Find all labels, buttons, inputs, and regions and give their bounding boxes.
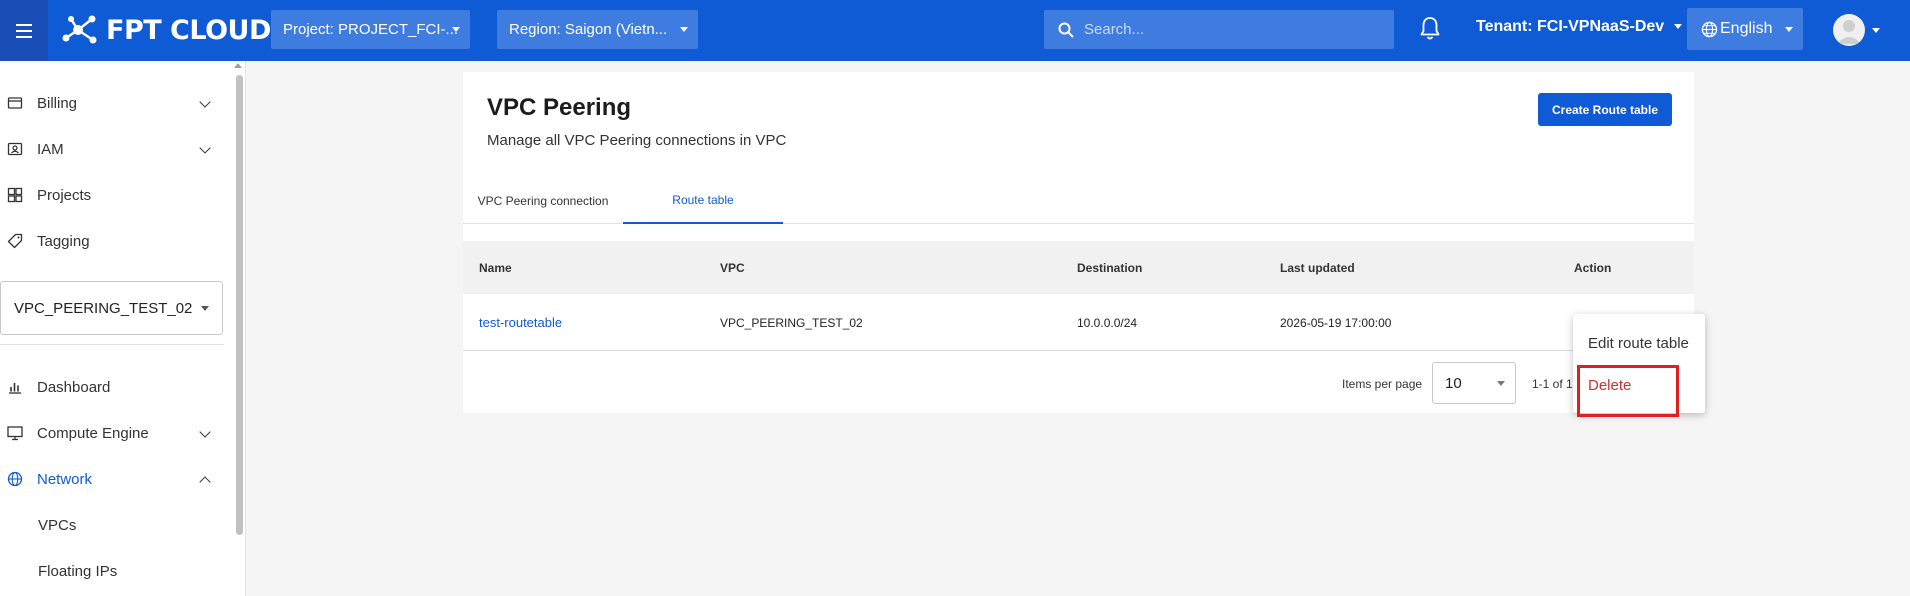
pagination-range: 1-1 of 1 bbox=[1532, 377, 1573, 391]
caret-down-icon bbox=[1497, 381, 1505, 386]
logo-network-icon bbox=[62, 15, 97, 44]
cell-vpc: VPC_PEERING_TEST_02 bbox=[720, 315, 863, 330]
sidebar-item-label: Dashboard bbox=[37, 378, 111, 396]
edit-route-table-menu-item[interactable]: Edit route table bbox=[1573, 324, 1705, 362]
caret-down-icon bbox=[1785, 27, 1793, 32]
table-header: Name VPC Destination Last updated Action bbox=[463, 241, 1694, 294]
fpt-cloud-logo[interactable]: FPT CLOUD bbox=[62, 13, 271, 47]
sidebar-item-tagging[interactable]: Tagging bbox=[0, 221, 224, 261]
sidebar-item-dashboard[interactable]: Dashboard bbox=[0, 367, 224, 407]
sidebar-subitem-label: Floating IPs bbox=[38, 562, 118, 580]
language-label: English bbox=[1720, 20, 1773, 37]
monitor-icon bbox=[7, 426, 23, 441]
caret-down-icon[interactable] bbox=[1872, 28, 1880, 33]
sidebar-subitem-floating-ips[interactable]: Floating IPs bbox=[0, 551, 224, 591]
search-bar[interactable] bbox=[1044, 10, 1394, 49]
caret-down-icon bbox=[201, 306, 209, 311]
sidebar-project-select-value: VPC_PEERING_TEST_02 bbox=[14, 299, 193, 317]
column-header-vpc[interactable]: VPC bbox=[720, 241, 745, 294]
scroll-up-arrow-icon[interactable] bbox=[234, 63, 242, 68]
sidebar-divider bbox=[0, 344, 224, 345]
region-selector[interactable]: Region: Saigon (Vietn... bbox=[497, 10, 698, 49]
sidebar-project-select[interactable]: VPC_PEERING_TEST_02 bbox=[0, 281, 223, 335]
tab-route-table[interactable]: Route table bbox=[623, 178, 783, 224]
tab-vpc-peering-connection[interactable]: VPC Peering connection bbox=[463, 178, 623, 224]
sidebar-subitem-vpcs[interactable]: VPCs bbox=[0, 505, 224, 545]
vpc-peering-card: VPC Peering Manage all VPC Peering conne… bbox=[463, 72, 1694, 413]
tenant-label: Tenant: FCI-VPNaaS-Dev bbox=[1476, 18, 1665, 35]
user-icon bbox=[1837, 20, 1861, 44]
language-selector[interactable]: English bbox=[1687, 8, 1803, 50]
region-selector-label: Region: Saigon (Vietn... bbox=[509, 21, 668, 38]
projects-icon bbox=[7, 187, 23, 203]
notification-bell-icon[interactable] bbox=[1418, 15, 1442, 43]
sidebar-item-network[interactable]: Network bbox=[0, 459, 224, 499]
hamburger-menu-button[interactable] bbox=[0, 0, 48, 61]
sidebar-item-label: Compute Engine bbox=[37, 424, 149, 442]
sidebar-scroll-thumb[interactable] bbox=[236, 75, 243, 535]
tab-bar: VPC Peering connection Route table bbox=[463, 178, 1694, 224]
bar-chart-icon bbox=[9, 383, 21, 394]
sidebar-item-label: IAM bbox=[37, 140, 64, 158]
menu-icon bbox=[16, 22, 32, 40]
items-per-page-value: 10 bbox=[1445, 374, 1462, 392]
column-header-destination[interactable]: Destination bbox=[1077, 241, 1142, 294]
tag-icon bbox=[7, 233, 23, 249]
top-navbar: FPT CLOUD Project: PROJECT_FCI-... Regio… bbox=[0, 0, 1910, 61]
user-avatar[interactable] bbox=[1833, 14, 1865, 46]
column-header-last-updated[interactable]: Last updated bbox=[1280, 241, 1355, 294]
route-table-name-link[interactable]: test-routetable bbox=[479, 294, 562, 351]
search-input[interactable] bbox=[1084, 21, 1384, 38]
column-header-name[interactable]: Name bbox=[479, 241, 512, 294]
globe-icon bbox=[7, 471, 23, 487]
caret-down-icon bbox=[680, 27, 688, 32]
sidebar-item-iam[interactable]: IAM bbox=[0, 129, 224, 169]
sidebar-item-label: Network bbox=[37, 470, 93, 488]
id-card-icon bbox=[7, 142, 23, 156]
cell-last-updated: 2026-05-19 17:00:00 bbox=[1280, 315, 1392, 330]
sidebar-item-label: Billing bbox=[37, 94, 78, 112]
table-row[interactable]: test-routetable VPC_PEERING_TEST_02 10.0… bbox=[463, 294, 1694, 351]
page-title: VPC Peering bbox=[487, 94, 632, 121]
search-icon bbox=[1058, 22, 1074, 38]
caret-down-icon bbox=[452, 27, 460, 32]
items-per-page-label: Items per page bbox=[1342, 377, 1423, 391]
row-action-menu: Edit route table Delete bbox=[1573, 314, 1705, 413]
create-route-table-button[interactable]: Create Route table bbox=[1538, 93, 1672, 126]
globe-icon bbox=[1701, 21, 1718, 37]
logo-text: FPT CLOUD bbox=[106, 14, 271, 46]
sidebar-subitem-label: VPCs bbox=[38, 516, 77, 534]
chevron-down-icon bbox=[199, 142, 211, 154]
chevron-up-icon bbox=[199, 476, 211, 488]
caret-down-icon bbox=[1674, 24, 1683, 30]
chevron-down-icon bbox=[199, 96, 211, 108]
items-per-page-select[interactable]: 10 bbox=[1432, 362, 1516, 404]
cell-destination: 10.0.0.0/24 bbox=[1077, 315, 1138, 330]
page-subtitle: Manage all VPC Peering connections in VP… bbox=[487, 132, 787, 149]
sidebar-item-compute-engine[interactable]: Compute Engine bbox=[0, 413, 224, 453]
project-selector-label: Project: PROJECT_FCI-... bbox=[283, 21, 459, 38]
sidebar-item-billing[interactable]: Billing bbox=[0, 83, 224, 123]
column-header-action: Action bbox=[1574, 260, 1612, 275]
delete-menu-item[interactable]: Delete bbox=[1573, 366, 1705, 404]
wallet-icon bbox=[7, 97, 23, 109]
sidebar-item-label: Projects bbox=[37, 186, 92, 204]
project-selector[interactable]: Project: PROJECT_FCI-... bbox=[271, 10, 470, 49]
chevron-down-icon bbox=[199, 426, 211, 438]
sidebar-item-label: Tagging bbox=[37, 232, 90, 250]
sidebar-item-projects[interactable]: Projects bbox=[0, 175, 224, 215]
tenant-selector[interactable]: Tenant: FCI-VPNaaS-Dev bbox=[1476, 18, 1683, 36]
sidebar: Billing IAM Projects Tagging VPC_PEERING… bbox=[0, 61, 246, 596]
